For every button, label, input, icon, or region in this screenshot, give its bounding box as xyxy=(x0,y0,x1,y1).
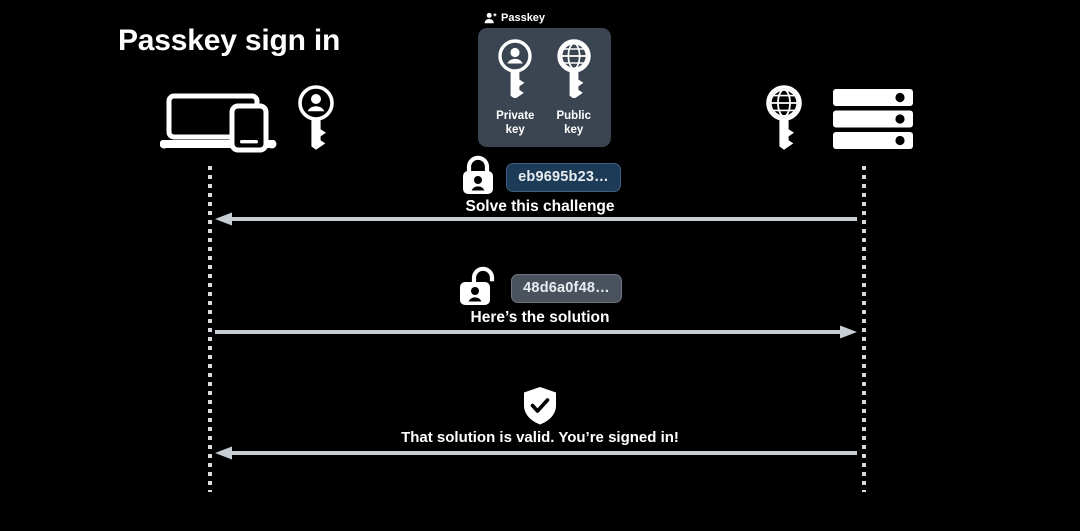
arrow-server-to-client-challenge xyxy=(215,212,857,226)
message-solution-head: 48d6a0f48… xyxy=(0,266,1080,307)
passkey-card-group: Passkey Private key Public key xyxy=(478,12,611,147)
challenge-hash-badge[interactable]: eb9695b23… xyxy=(506,162,621,192)
message-challenge: eb9695b23… Solve this challenge xyxy=(0,155,1080,216)
message-challenge-head: eb9695b23… xyxy=(0,155,1080,196)
locked-padlock-person-icon xyxy=(459,155,497,200)
passkey-caption-label: Passkey xyxy=(501,12,546,24)
laptop-phone-icon xyxy=(159,88,278,163)
message-signed-in-label: That solution is valid. You’re signed in… xyxy=(401,429,679,446)
unlocked-padlock-person-icon xyxy=(458,266,502,311)
passkey-card-caption: Passkey xyxy=(484,12,611,24)
diagram-canvas: Passkey sign in Passkey Private key Publ… xyxy=(0,0,1080,531)
client-private-key-icon xyxy=(294,84,338,161)
server-stack-icon xyxy=(832,88,914,155)
public-key-icon xyxy=(553,38,595,103)
arrow-client-to-server-solution xyxy=(215,325,857,339)
page-title: Passkey sign in xyxy=(118,24,341,57)
shield-check-icon xyxy=(522,386,558,431)
private-key-cell: Private key xyxy=(487,38,543,138)
person-badge-icon xyxy=(484,12,497,24)
message-signed-in-head xyxy=(0,386,1080,427)
arrow-server-to-client-signed-in xyxy=(215,446,857,460)
server-public-key-icon xyxy=(762,84,806,161)
private-key-label: Private key xyxy=(496,110,535,137)
message-solution: 48d6a0f48… Here’s the solution xyxy=(0,266,1080,327)
solution-hash-badge[interactable]: 48d6a0f48… xyxy=(511,273,622,303)
public-key-cell: Public key xyxy=(546,38,602,138)
passkey-card: Private key Public key xyxy=(478,28,611,147)
public-key-label: Public key xyxy=(556,110,591,137)
private-key-icon xyxy=(494,38,536,103)
message-signed-in: That solution is valid. You’re signed in… xyxy=(0,386,1080,446)
